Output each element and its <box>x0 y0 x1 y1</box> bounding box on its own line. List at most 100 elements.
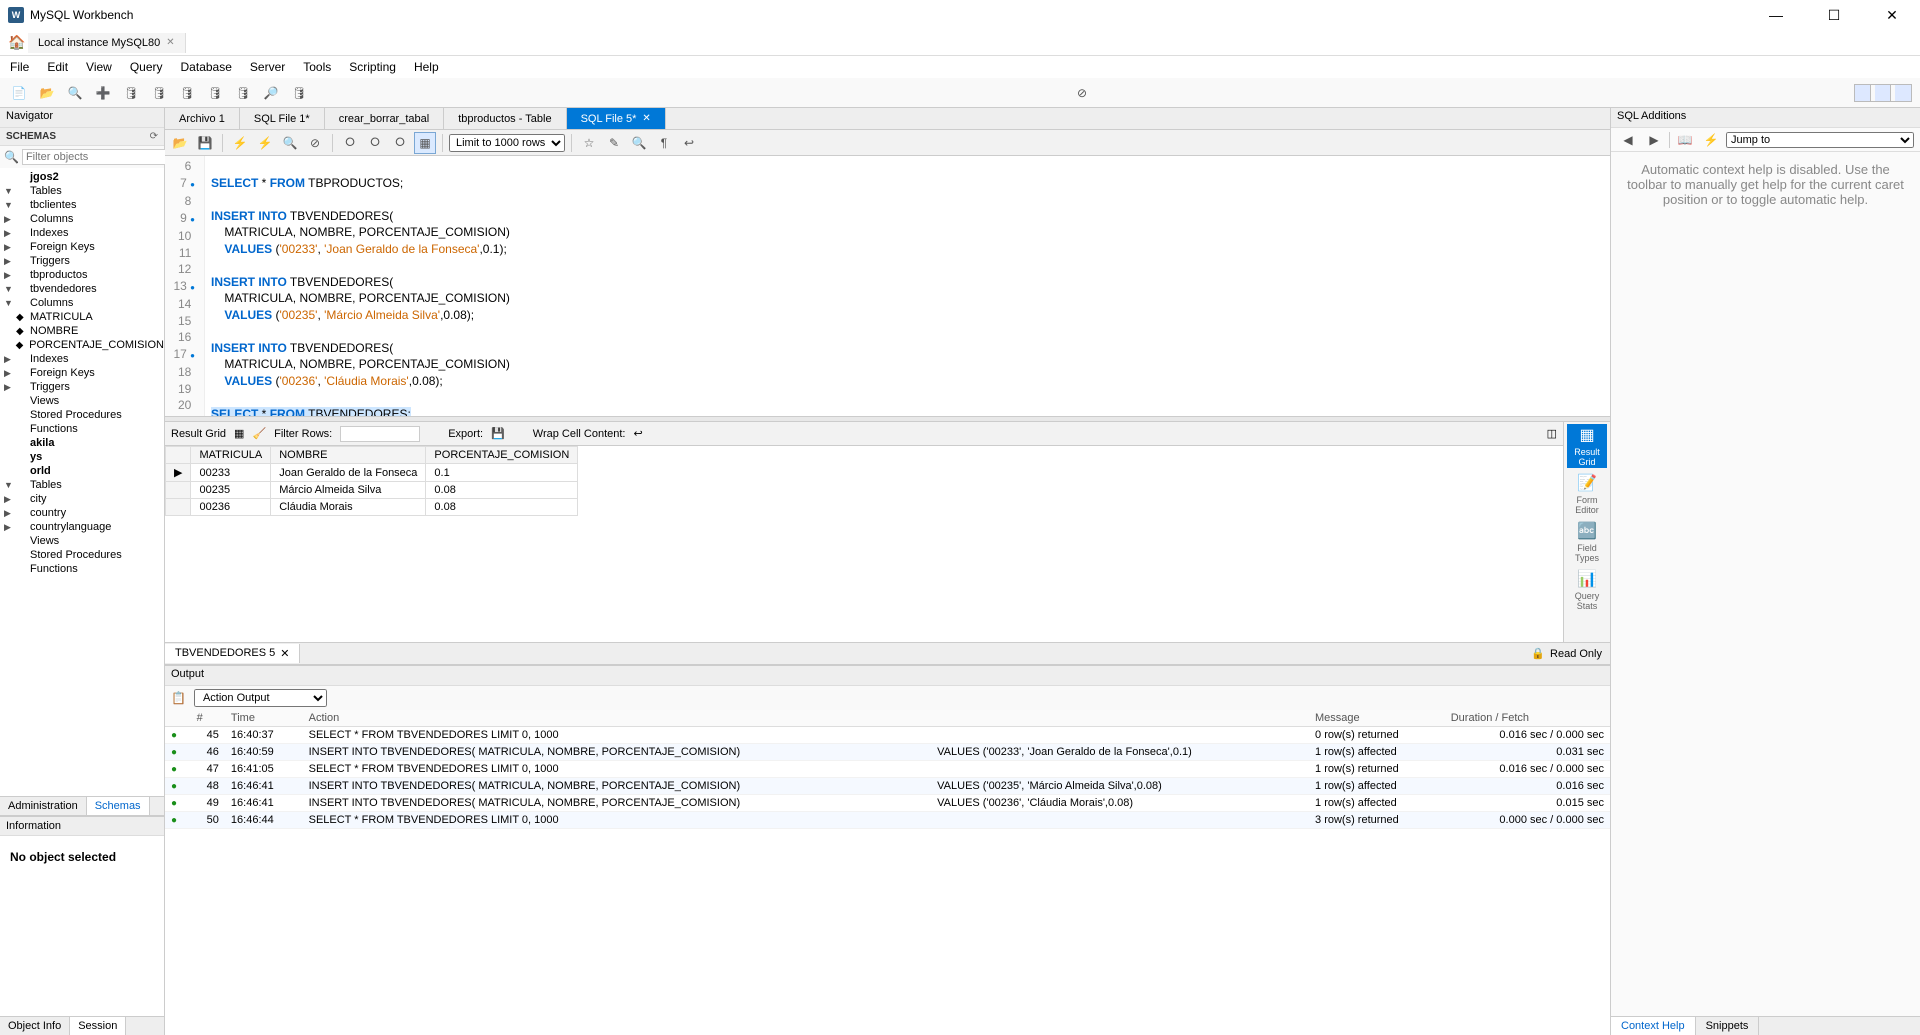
field-types-button[interactable]: 🔤Field Types <box>1567 520 1607 564</box>
result-grid[interactable]: MATRICULANOMBREPORCENTAJE_COMISION▶00233… <box>165 446 1563 642</box>
editor-tab[interactable]: SQL File 1* <box>240 108 325 129</box>
toggle-icon[interactable]: ▦ <box>414 132 436 154</box>
grid-view-icon[interactable]: ▦ <box>234 427 244 440</box>
filter-icon[interactable]: 🧹 <box>252 427 266 440</box>
wrap-cell-icon[interactable]: ↩ <box>634 427 643 440</box>
stop2-icon[interactable]: ⊘ <box>304 132 326 154</box>
reconnect-icon[interactable]: 🛢 <box>288 82 310 104</box>
close-icon[interactable]: ✕ <box>280 647 289 660</box>
open-file-icon[interactable]: 📂 <box>169 132 191 154</box>
db-add-icon[interactable]: 🛢 <box>120 82 142 104</box>
tree-node[interactable]: ▶Indexes <box>0 352 164 366</box>
tree-node[interactable]: Functions <box>0 422 164 436</box>
tree-node[interactable]: ▶Indexes <box>0 226 164 240</box>
tree-node[interactable]: ▶tbproductos <box>0 268 164 282</box>
close-icon[interactable]: ✕ <box>642 113 650 124</box>
tree-node[interactable]: Views <box>0 394 164 408</box>
tab-administration[interactable]: Administration <box>0 797 87 815</box>
menu-edit[interactable]: Edit <box>47 60 68 74</box>
tree-node[interactable]: ▶countrylanguage <box>0 520 164 534</box>
tab-snippets[interactable]: Snippets <box>1696 1017 1760 1035</box>
menu-view[interactable]: View <box>86 60 112 74</box>
autocommit-icon[interactable]: ⭘ <box>389 132 411 154</box>
tree-node[interactable]: ▼Columns <box>0 296 164 310</box>
open-sql-icon[interactable]: 📂 <box>36 82 58 104</box>
menu-tools[interactable]: Tools <box>303 60 331 74</box>
wrap-icon[interactable]: ↩ <box>678 132 700 154</box>
editor-tab[interactable]: crear_borrar_tabal <box>325 108 445 129</box>
schema-tree[interactable]: jgos2▼Tables▼tbclientes▶Columns▶Indexes▶… <box>0 168 164 796</box>
db-manage-icon[interactable]: 🛢 <box>148 82 170 104</box>
tree-node[interactable]: ▶Triggers <box>0 380 164 394</box>
minimize-button[interactable]: — <box>1756 7 1796 24</box>
form-editor-button[interactable]: 📝Form Editor <box>1567 472 1607 516</box>
sql-editor[interactable]: 6 7 ●8 9 ●10 11 12 13 ●14 15 16 17 ●18 1… <box>165 156 1610 416</box>
tree-node[interactable]: ▶Triggers <box>0 254 164 268</box>
close-icon[interactable]: ✕ <box>166 37 174 48</box>
tree-node[interactable]: ▶Foreign Keys <box>0 240 164 254</box>
tree-node[interactable]: Stored Procedures <box>0 408 164 422</box>
tree-node[interactable]: akila <box>0 436 164 450</box>
auto-help-icon[interactable]: ⚡ <box>1700 129 1722 151</box>
db-tool3-icon[interactable]: 🔎 <box>260 82 282 104</box>
panel-toggle-icon[interactable]: ◫ <box>1547 427 1557 440</box>
tree-node[interactable]: ◆MATRICULA <box>0 310 164 324</box>
find-icon[interactable]: 🔍 <box>628 132 650 154</box>
editor-tab[interactable]: Archivo 1 <box>165 108 240 129</box>
tree-node[interactable]: ◆PORCENTAJE_COMISION <box>0 338 164 352</box>
home-icon[interactable]: 🏠 <box>6 32 28 54</box>
tree-node[interactable]: ▶Columns <box>0 212 164 226</box>
db-tool-icon[interactable]: 🛢 <box>204 82 226 104</box>
menu-database[interactable]: Database <box>181 60 232 74</box>
execute-icon[interactable]: ⚡ <box>229 132 251 154</box>
result-grid-button[interactable]: ▦Result Grid <box>1567 424 1607 468</box>
tab-object-info[interactable]: Object Info <box>0 1017 70 1035</box>
help-icon[interactable]: 📖 <box>1674 129 1696 151</box>
output-table[interactable]: #TimeActionMessageDuration / Fetch●4516:… <box>165 710 1610 1035</box>
save-icon[interactable]: 💾 <box>194 132 216 154</box>
menu-query[interactable]: Query <box>130 60 163 74</box>
forward-icon[interactable]: ▶ <box>1643 129 1665 151</box>
panel-toggle[interactable] <box>1854 84 1912 102</box>
tree-node[interactable]: ▶city <box>0 492 164 506</box>
tree-node[interactable]: Views <box>0 534 164 548</box>
clipboard-icon[interactable]: 📋 <box>171 691 186 705</box>
tab-schemas[interactable]: Schemas <box>87 797 150 815</box>
menu-scripting[interactable]: Scripting <box>349 60 396 74</box>
menu-server[interactable]: Server <box>250 60 285 74</box>
tab-session[interactable]: Session <box>70 1017 126 1035</box>
invisible-icon[interactable]: ¶ <box>653 132 675 154</box>
tree-node[interactable]: ▶country <box>0 506 164 520</box>
db-config-icon[interactable]: 🛢 <box>176 82 198 104</box>
query-stats-button[interactable]: 📊Query Stats <box>1567 568 1607 612</box>
tab-context-help[interactable]: Context Help <box>1611 1017 1696 1035</box>
jump-to-select[interactable]: Jump to <box>1726 132 1914 148</box>
result-tab[interactable]: TBVENDEDORES 5 ✕ <box>165 644 300 663</box>
stop-icon[interactable]: ⊘ <box>1071 82 1093 104</box>
new-sql-icon[interactable]: 📄 <box>8 82 30 104</box>
editor-tab[interactable]: tbproductos - Table <box>444 108 566 129</box>
limit-rows-select[interactable]: Limit to 1000 rows <box>449 134 565 152</box>
filter-input[interactable] <box>22 149 172 165</box>
db-tool2-icon[interactable]: 🛢 <box>232 82 254 104</box>
tree-node[interactable]: ys <box>0 450 164 464</box>
tree-node[interactable]: ▶Foreign Keys <box>0 366 164 380</box>
tree-node[interactable]: ▼Tables <box>0 478 164 492</box>
refresh-icon[interactable]: ⟳ <box>150 131 158 142</box>
tree-node[interactable]: jgos2 <box>0 170 164 184</box>
connection-tab[interactable]: Local instance MySQL80 ✕ <box>28 33 186 53</box>
tree-node[interactable]: Functions <box>0 562 164 576</box>
inspector-icon[interactable]: 🔍 <box>64 82 86 104</box>
close-button[interactable]: ✕ <box>1872 7 1912 24</box>
commit-icon[interactable]: ⭘ <box>339 132 361 154</box>
filter-rows-input[interactable] <box>340 426 420 442</box>
star-icon[interactable]: ☆ <box>578 132 600 154</box>
tree-node[interactable]: ▼Tables <box>0 184 164 198</box>
new-tab-icon[interactable]: ➕ <box>92 82 114 104</box>
rollback-icon[interactable]: ⭘ <box>364 132 386 154</box>
beautify-icon[interactable]: ✎ <box>603 132 625 154</box>
explain-icon[interactable]: 🔍 <box>279 132 301 154</box>
code-area[interactable]: SELECT * FROM TBPRODUCTOS; INSERT INTO T… <box>205 156 1610 416</box>
menu-file[interactable]: File <box>10 60 29 74</box>
tree-node[interactable]: ▼tbclientes <box>0 198 164 212</box>
